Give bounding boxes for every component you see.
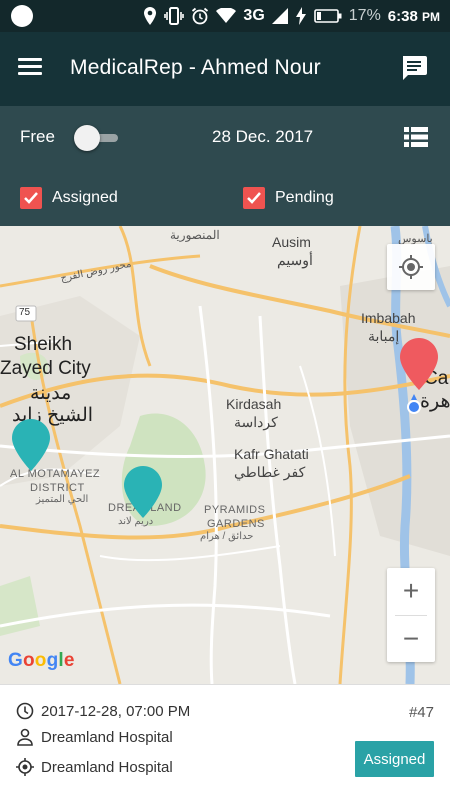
toggle-thumb <box>74 125 100 151</box>
checkbox-checked-icon <box>20 187 42 209</box>
charging-icon <box>295 7 306 25</box>
checkbox-checked-icon <box>243 187 265 209</box>
clock: 6:38 PM <box>387 7 440 25</box>
map-view[interactable]: المنصورية Ausim أوسيم محور روض الفرج 75 … <box>0 226 450 684</box>
clock-icon <box>16 702 34 720</box>
status-icons: 3G 17% 6:38 PM <box>143 0 440 32</box>
chat-icon[interactable] <box>400 54 428 82</box>
map-label-ausim: Ausim <box>272 234 311 250</box>
app-title: MedicalRep - Ahmed Nour <box>70 56 321 79</box>
map-label-sheikh-zayed-2: Zayed City <box>0 358 91 379</box>
zoom-in-button[interactable]: + <box>387 568 435 614</box>
visit-place: Dreamland Hospital <box>41 758 173 776</box>
notification-dot-icon <box>11 5 33 27</box>
map-label-pyramids-1: PYRAMIDS <box>204 504 266 516</box>
pending-checkbox[interactable]: Pending <box>243 186 334 210</box>
map-label-motamayez-2: DISTRICT <box>30 482 85 494</box>
location-icon <box>144 7 157 25</box>
assigned-checkbox[interactable]: Assigned <box>20 186 118 210</box>
free-label: Free <box>20 127 55 146</box>
network-type: 3G <box>243 7 265 24</box>
visit-place-row: Dreamland Hospital <box>16 758 173 776</box>
battery-icon <box>313 9 342 23</box>
battery-percent: 17% <box>348 7 381 24</box>
location-target-icon <box>16 758 34 776</box>
map-label-kirdasah: Kirdasah <box>226 396 282 412</box>
assigned-label: Assigned <box>52 189 118 206</box>
assigned-marker-icon[interactable] <box>124 466 162 518</box>
map-label-pyramids-2: GARDENS <box>207 518 265 530</box>
map-label-kafr-ghatati-ar: كفر غطاطي <box>234 464 306 480</box>
map-label-mansoureya: المنصورية <box>170 228 220 242</box>
map-label-road-75: 75 <box>19 307 31 318</box>
filter-panel: Free 28 Dec. 2017 Assigned Pending <box>0 106 450 226</box>
signal-icon <box>271 8 288 24</box>
map-background <box>0 226 450 684</box>
map-label-sheikh-zayed-1: Sheikh <box>14 334 73 355</box>
selected-date[interactable]: 28 Dec. 2017 <box>212 127 313 147</box>
map-label-cairo-ar: هرة <box>420 391 450 412</box>
visit-card[interactable]: 2017-12-28, 07:00 PM #47 Dreamland Hospi… <box>0 684 450 800</box>
map-label-kirdasah-ar: كرداسة <box>234 414 278 430</box>
hamburger-menu-icon[interactable] <box>18 54 52 84</box>
visit-number: #47 <box>408 704 434 721</box>
visit-status-button[interactable]: Assigned <box>355 741 434 777</box>
status-bar: 3G 17% 6:38 PM <box>0 0 450 32</box>
my-location-button[interactable] <box>387 244 435 290</box>
app-bar: MedicalRep - Ahmed Nour <box>0 32 450 106</box>
map-label-ausim-ar: أوسيم <box>277 252 313 268</box>
map-label-imbabah-ar: إمبابة <box>368 328 400 344</box>
assigned-marker-icon[interactable] <box>12 419 50 471</box>
map-label-kafr-ghatati: Kafr Ghatati <box>234 446 309 462</box>
zoom-out-button[interactable]: − <box>387 616 435 662</box>
map-label-imbabah: Imbabah <box>361 310 416 326</box>
map-label-pyramids-ar: حدائق / هرام <box>200 531 254 542</box>
free-toggle[interactable] <box>74 124 120 152</box>
visit-doctor: Dreamland Hospital <box>41 728 173 746</box>
visit-datetime-row: 2017-12-28, 07:00 PM <box>16 702 190 720</box>
list-view-icon[interactable] <box>404 126 428 148</box>
vibrate-icon <box>164 7 185 25</box>
wifi-icon <box>216 8 237 23</box>
alarm-icon <box>192 7 209 25</box>
map-label-motamayez-ar: الحي المتميز <box>36 494 89 505</box>
current-location-icon <box>407 394 421 414</box>
map-label-sheikh-zayed-ar1: مدينة <box>30 383 72 404</box>
google-logo: Google <box>8 650 75 671</box>
zoom-controls: + − <box>387 568 435 662</box>
pending-marker-icon[interactable] <box>400 338 438 390</box>
person-icon <box>17 728 33 746</box>
crosshair-icon <box>399 255 423 279</box>
visit-doctor-row: Dreamland Hospital <box>16 728 173 746</box>
visit-datetime: 2017-12-28, 07:00 PM <box>41 702 191 720</box>
pending-label: Pending <box>275 189 334 206</box>
